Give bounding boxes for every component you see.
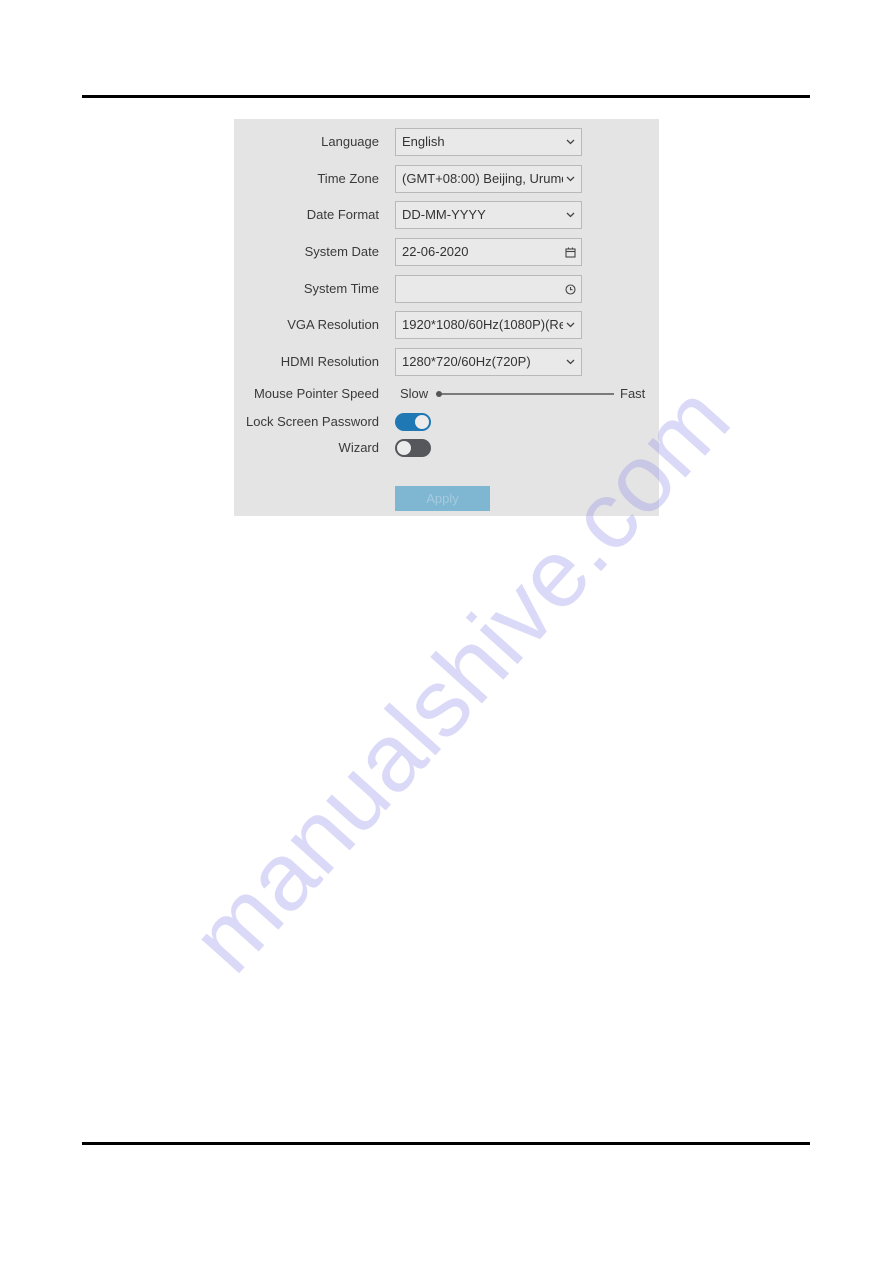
calendar-icon[interactable]	[564, 239, 576, 265]
hdmi-resolution-select[interactable]: 1280*720/60Hz(720P)	[395, 348, 582, 376]
system-date-label: System Date	[304, 244, 379, 259]
date-format-select[interactable]: DD-MM-YYYY	[395, 201, 582, 229]
hdmi-resolution-row: HDMI Resolution 1280*720/60Hz(720P)	[234, 348, 659, 376]
system-time-label: System Time	[303, 281, 379, 296]
slider-handle[interactable]	[436, 391, 442, 397]
language-row: Language English	[234, 128, 659, 156]
general-settings-panel: Language English Time Zone (GMT+08:00) B…	[234, 119, 659, 516]
language-label: Language	[321, 134, 379, 149]
system-date-row: System Date 22-06-2020	[234, 238, 659, 266]
system-date-input[interactable]: 22-06-2020	[395, 238, 582, 266]
date-format-value: DD-MM-YYYY	[402, 207, 486, 222]
slider-max-label: Fast	[620, 386, 646, 401]
language-value: English	[402, 134, 445, 149]
wizard-toggle[interactable]	[395, 439, 431, 457]
vga-resolution-value: 1920*1080/60Hz(1080P)(Recommended)	[402, 317, 563, 332]
mouse-speed-row: Mouse Pointer Speed Slow Fast	[234, 382, 659, 406]
footer-rule	[82, 1142, 810, 1145]
date-format-row: Date Format DD-MM-YYYY	[234, 201, 659, 229]
chevron-down-icon	[564, 349, 576, 375]
chevron-down-icon	[564, 312, 576, 338]
lock-screen-toggle[interactable]	[395, 413, 431, 431]
header-rule	[82, 95, 810, 98]
system-date-value: 22-06-2020	[402, 244, 469, 259]
clock-icon[interactable]	[564, 276, 576, 302]
chevron-down-icon	[564, 166, 576, 192]
vga-resolution-label: VGA Resolution	[287, 317, 379, 332]
lock-screen-label: Lock Screen Password	[246, 414, 379, 429]
vga-resolution-row: VGA Resolution 1920*1080/60Hz(1080P)(Rec…	[234, 311, 659, 339]
time-zone-select[interactable]: (GMT+08:00) Beijing, Urumqi	[395, 165, 582, 193]
hdmi-resolution-label: HDMI Resolution	[280, 354, 379, 369]
language-select[interactable]: English	[395, 128, 582, 156]
chevron-down-icon	[564, 129, 576, 155]
hdmi-resolution-value: 1280*720/60Hz(720P)	[402, 354, 531, 369]
chevron-down-icon	[564, 202, 576, 228]
wizard-label: Wizard	[338, 440, 379, 455]
vga-resolution-select[interactable]: 1920*1080/60Hz(1080P)(Recommended)	[395, 311, 582, 339]
date-format-label: Date Format	[306, 207, 379, 222]
system-time-input[interactable]	[395, 275, 582, 303]
toggle-knob	[414, 414, 430, 430]
time-zone-value: (GMT+08:00) Beijing, Urumqi	[402, 171, 563, 186]
time-zone-row: Time Zone (GMT+08:00) Beijing, Urumqi	[234, 165, 659, 193]
slider-min-label: Slow	[400, 386, 429, 401]
time-zone-label: Time Zone	[317, 171, 379, 186]
toggle-knob	[396, 440, 412, 456]
mouse-speed-label: Mouse Pointer Speed	[253, 386, 379, 401]
system-time-row: System Time	[234, 275, 659, 303]
system-time-value	[402, 276, 563, 302]
lock-screen-row: Lock Screen Password	[234, 410, 659, 434]
mouse-speed-slider[interactable]	[436, 391, 614, 397]
apply-button[interactable]: Apply	[395, 486, 490, 511]
wizard-row: Wizard	[234, 436, 659, 460]
